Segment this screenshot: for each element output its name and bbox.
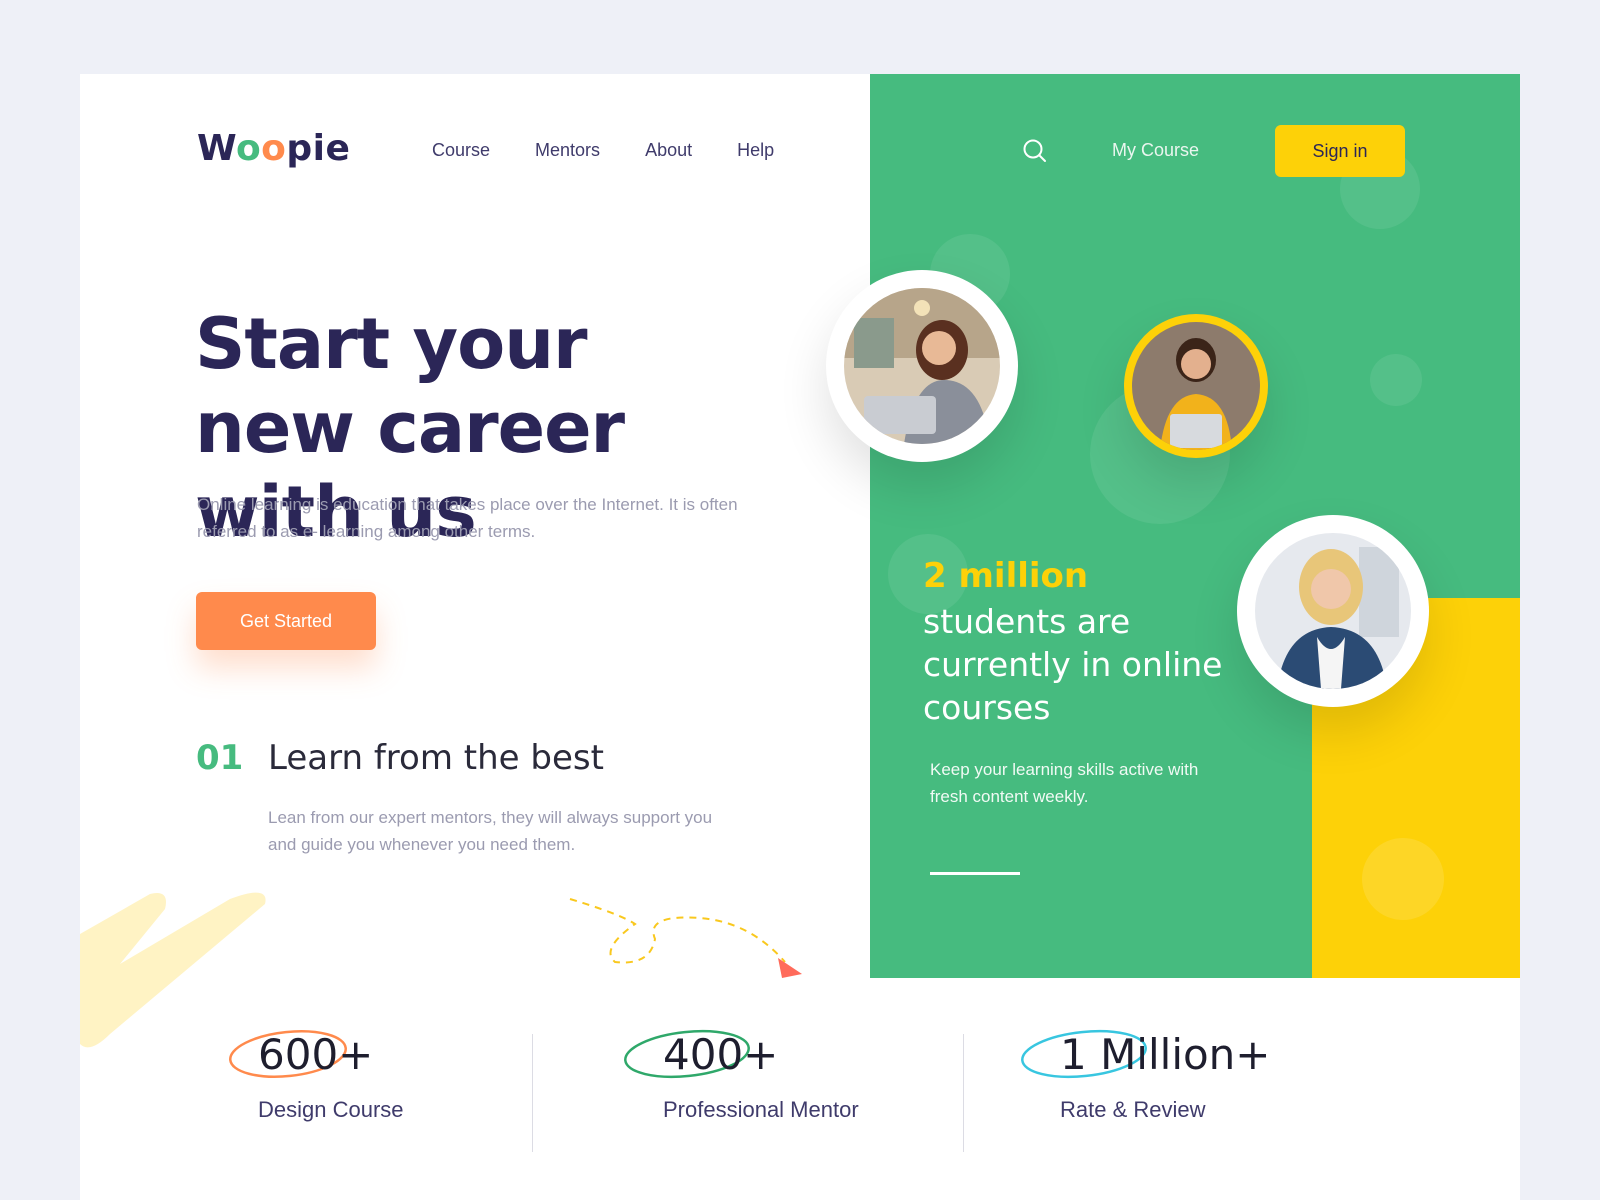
panel-underline — [930, 872, 1020, 875]
paper-plane-icon — [778, 958, 802, 978]
stat-rate-review: 1 Million+ Rate & Review — [1021, 1029, 1271, 1123]
avatar-student-yellow-shirt — [1124, 314, 1268, 458]
stat-label: Rate & Review — [1060, 1097, 1206, 1122]
feature-title: Learn from the best — [268, 738, 604, 778]
brand-logo[interactable]: Woopie — [197, 128, 350, 169]
stat-value: 600+ — [258, 1030, 374, 1079]
landing-page: Woopie Course Mentors About Help My Cour… — [80, 74, 1520, 1200]
stat-label: Professional Mentor — [663, 1097, 859, 1122]
stat-value: 400+ — [663, 1030, 779, 1079]
nav-item-about[interactable]: About — [645, 140, 692, 161]
panel-description: Keep your learning skills active with fr… — [930, 760, 1199, 806]
stat-design-course: 600+ Design Course — [229, 1030, 404, 1123]
avatar-student-phone — [1237, 515, 1429, 707]
stat-divider — [532, 1034, 533, 1152]
nav-item-help[interactable]: Help — [737, 140, 774, 161]
stat-divider — [963, 1034, 964, 1152]
sign-in-button[interactable]: Sign in — [1275, 125, 1405, 177]
hero-subtitle: Online learning is education that takes … — [197, 495, 738, 541]
stat-label: Design Course — [258, 1097, 404, 1122]
paper-plane-path-decoration — [569, 898, 802, 978]
nav-item-course[interactable]: Course — [432, 140, 490, 161]
search-icon[interactable] — [1022, 138, 1048, 164]
avatar-student-laptop — [826, 270, 1018, 462]
feature-description: Lean from our expert mentors, they will … — [268, 808, 713, 854]
get-started-button[interactable]: Get Started — [196, 592, 376, 650]
stat-professional-mentor: 400+ Professional Mentor — [624, 1029, 859, 1123]
main-nav: Course Mentors About Help — [432, 140, 819, 161]
hero-panel — [870, 74, 1520, 978]
panel-heading: students are currently in online courses — [923, 602, 1223, 727]
my-course-link[interactable]: My Course — [1112, 140, 1199, 161]
feature-number: 01 — [196, 738, 244, 778]
stat-value: 1 Million+ — [1060, 1030, 1271, 1079]
panel-highlight: 2 million — [923, 556, 1089, 596]
nav-item-mentors[interactable]: Mentors — [535, 140, 600, 161]
